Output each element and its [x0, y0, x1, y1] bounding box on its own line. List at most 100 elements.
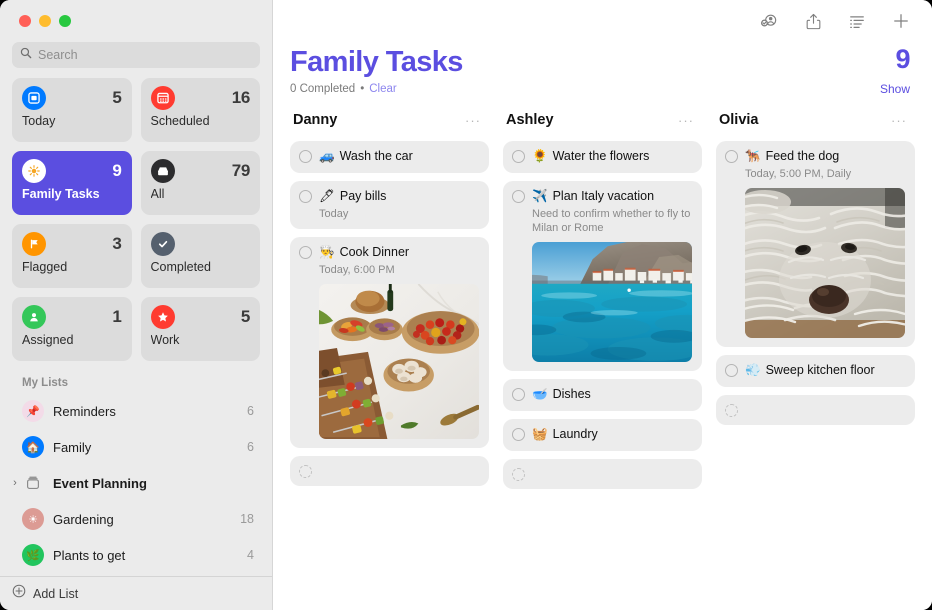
smart-list-top-row: 5 [151, 305, 251, 329]
task-checkbox[interactable] [512, 388, 525, 401]
column-menu-icon[interactable]: ··· [891, 114, 907, 127]
new-task-checkbox[interactable] [512, 468, 525, 481]
task-checkbox[interactable] [512, 428, 525, 441]
task-title: Pay bills [340, 189, 387, 205]
task-body: 🧺 Laundry [532, 427, 692, 443]
task-checkbox[interactable] [512, 190, 525, 203]
completed-count: 0 Completed [290, 83, 355, 95]
task-columns: Danny···🚙Wash the car🖊Pay billsToday👨‍🍳C… [273, 95, 932, 488]
clear-button[interactable]: Clear [369, 83, 396, 95]
task-attachment-image[interactable] [745, 188, 905, 338]
new-task-row[interactable] [503, 459, 702, 489]
list-row-family[interactable]: 🏠Family6 [10, 429, 262, 465]
list-row-label: Plants to get [53, 548, 238, 563]
task-column-danny: Danny···🚙Wash the car🖊Pay billsToday👨‍🍳C… [290, 109, 489, 485]
smart-list-completed[interactable]: Completed [141, 224, 261, 288]
task-list: 🐕‍🦺Feed the dogToday, 5:00 PM, Daily [716, 141, 915, 425]
person-icon [22, 305, 46, 329]
reminders-window: 5Today16Scheduled 9 Family Tasks 79All3Flag… [0, 0, 932, 610]
share-icon[interactable] [802, 10, 824, 32]
list-row-event-planning[interactable]: ›Event Planning [10, 465, 262, 501]
column-menu-icon[interactable]: ··· [465, 114, 481, 127]
search-container [0, 42, 272, 78]
smart-list-count: 9 [112, 161, 121, 181]
task-emoji-icon: 👨‍🍳 [319, 245, 335, 261]
task-checkbox[interactable] [299, 150, 312, 163]
task-card[interactable]: 💨 Sweep kitchen floor [716, 355, 915, 387]
search-input[interactable] [38, 48, 252, 62]
list-row-reminders[interactable]: 📌Reminders6 [10, 393, 262, 429]
task-emoji-icon: 🧺 [532, 427, 548, 443]
task-title: Sweep kitchen floor [766, 363, 875, 379]
task-card[interactable]: 🧺 Laundry [503, 419, 702, 451]
smart-list-top-row: 9 [22, 159, 122, 183]
sidebar: 5Today16Scheduled 9 Family Tasks 79All3Flag… [0, 0, 273, 610]
task-card[interactable]: 🚙Wash the car [290, 141, 489, 173]
smart-list-work[interactable]: 5Work [141, 297, 261, 361]
view-options-icon[interactable] [846, 10, 868, 32]
minimize-button[interactable] [39, 15, 51, 27]
task-title-row: 🚙Wash the car [319, 149, 479, 165]
smart-list-flagged[interactable]: 3Flagged [12, 224, 132, 288]
new-task-input[interactable] [319, 464, 479, 477]
close-button[interactable] [19, 15, 31, 27]
task-title: Wash the car [340, 149, 413, 165]
pushpin-icon: 📌 [22, 400, 44, 422]
search-box[interactable] [12, 42, 260, 68]
smart-list-label: Family Tasks [22, 187, 122, 201]
smart-list-all[interactable]: 79All [141, 151, 261, 215]
column-menu-icon[interactable]: ··· [678, 114, 694, 127]
list-row-label: Reminders [53, 404, 238, 419]
task-body: 🚙Wash the car [319, 149, 479, 165]
new-task-input[interactable] [745, 403, 905, 416]
list-row-count: 6 [247, 440, 254, 454]
task-checkbox[interactable] [299, 190, 312, 203]
new-task-checkbox[interactable] [725, 404, 738, 417]
task-card[interactable]: 🖊Pay billsToday [290, 181, 489, 229]
task-card[interactable]: 👨‍🍳Cook DinnerToday, 6:00 PM [290, 237, 489, 448]
list-row-label: Gardening [53, 512, 231, 527]
new-task-row[interactable] [290, 456, 489, 486]
new-task-row[interactable] [716, 395, 915, 425]
task-emoji-icon: 🌻 [532, 149, 548, 165]
smart-list-count: 16 [232, 88, 250, 108]
task-card[interactable]: 🐕‍🦺Feed the dogToday, 5:00 PM, Daily [716, 141, 915, 347]
new-task-checkbox[interactable] [299, 465, 312, 478]
sun-icon [22, 159, 46, 183]
task-attachment-image[interactable] [319, 284, 479, 439]
list-row-gardening[interactable]: ☀Gardening18 [10, 501, 262, 537]
task-title: Laundry [553, 427, 598, 443]
list-row-plants-to-get[interactable]: 🌿Plants to get4 [10, 537, 262, 573]
task-emoji-icon: 🖊 [319, 189, 335, 205]
task-checkbox[interactable] [725, 364, 738, 377]
smart-list-today[interactable]: 5Today [12, 78, 132, 142]
add-list-button[interactable]: Add List [0, 576, 272, 610]
task-card[interactable]: 🌻Water the flowers [503, 141, 702, 173]
task-card[interactable]: ✈️Plan Italy vacationNeed to confirm whe… [503, 181, 702, 371]
share-participants-icon[interactable] [758, 10, 780, 32]
smart-list-scheduled[interactable]: 16Scheduled [141, 78, 261, 142]
task-card[interactable]: 🥣Dishes [503, 379, 702, 411]
smart-list-top-row: 5 [22, 86, 122, 110]
house-icon: 🏠 [22, 436, 44, 458]
task-list: 🚙Wash the car🖊Pay billsToday👨‍🍳Cook Dinn… [290, 141, 489, 485]
smart-list-assigned[interactable]: 1 Assigned [12, 297, 132, 361]
task-checkbox[interactable] [512, 150, 525, 163]
task-checkbox[interactable] [299, 246, 312, 259]
smart-list-family-tasks[interactable]: 9 Family Tasks [12, 151, 132, 215]
zoom-button[interactable] [59, 15, 71, 27]
task-body: 🐕‍🦺Feed the dogToday, 5:00 PM, Daily [745, 149, 905, 338]
chevron-right-icon[interactable]: › [9, 477, 21, 489]
add-reminder-icon[interactable] [890, 10, 912, 32]
show-button[interactable]: Show [880, 82, 910, 96]
smart-list-count: 1 [112, 307, 121, 327]
smart-list-label: Assigned [22, 333, 122, 347]
task-emoji-icon: 💨 [745, 363, 761, 379]
task-body: 🥣Dishes [532, 387, 692, 403]
smart-list-label: All [151, 187, 251, 201]
task-title-row: ✈️Plan Italy vacation [532, 189, 692, 205]
task-checkbox[interactable] [725, 150, 738, 163]
new-task-input[interactable] [532, 467, 692, 480]
smart-list-count: 5 [112, 88, 121, 108]
task-attachment-image[interactable] [532, 242, 692, 362]
